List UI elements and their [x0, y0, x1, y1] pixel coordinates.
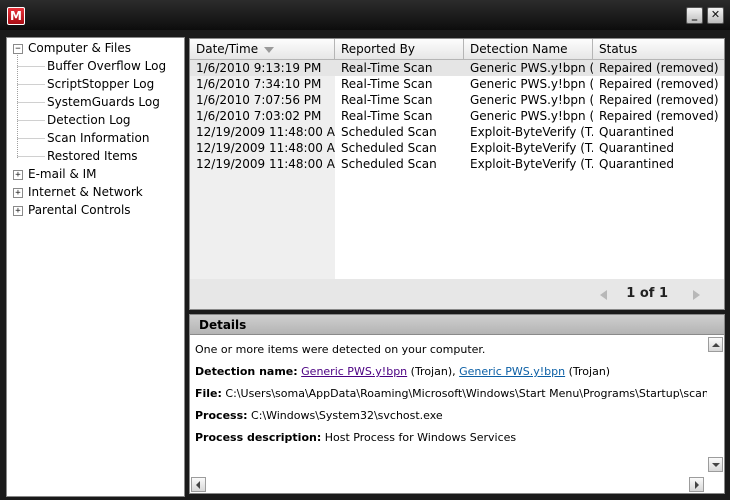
detection-log-table: Date/Time Reported By Detection Name Sta… [189, 38, 725, 310]
navigation-tree: − Computer & Files Buffer Overflow Log S… [6, 37, 185, 497]
cell-reported-by: Real-Time Scan [341, 93, 433, 107]
tree-item-restored-items[interactable]: Restored Items [47, 149, 138, 163]
table-row[interactable]: 1/6/2010 7:34:10 PM Real-Time Scan Gener… [190, 76, 724, 92]
cell-date-time: 1/6/2010 7:03:02 PM [196, 109, 322, 123]
cell-detection-name: Exploit-ByteVerify (T... [470, 125, 593, 139]
table-row[interactable]: 12/19/2009 11:48:00 AM Scheduled Scan Ex… [190, 140, 724, 156]
details-horizontal-scrollbar[interactable] [190, 476, 724, 493]
column-header-reported-by[interactable]: Reported By [335, 39, 464, 59]
tree-item-systemguards-log[interactable]: SystemGuards Log [47, 95, 160, 109]
cell-reported-by: Scheduled Scan [341, 141, 437, 155]
pagination-bar: 1 of 1 [190, 279, 724, 309]
tree-item-detection-log[interactable]: Detection Log [47, 113, 131, 127]
cell-detection-name: Generic PWS.y!bpn (... [470, 93, 593, 107]
details-detection-name: Detection name: Generic PWS.y!bpn (Troja… [195, 365, 610, 378]
column-header-detection-name[interactable]: Detection Name [464, 39, 593, 59]
process-description-value: Host Process for Windows Services [321, 431, 517, 444]
tree-item-parental-controls[interactable]: Parental Controls [28, 203, 131, 217]
table-row[interactable]: 12/19/2009 11:48:00 AM Scheduled Scan Ex… [190, 124, 724, 140]
details-title: Details [190, 315, 724, 335]
cell-date-time: 1/6/2010 9:13:19 PM [196, 61, 322, 75]
table-row[interactable]: 1/6/2010 9:13:19 PM Real-Time Scan Gener… [190, 60, 724, 76]
scroll-up-button[interactable] [708, 337, 723, 352]
cell-reported-by: Real-Time Scan [341, 61, 433, 75]
detection-name-label: Detection name: [195, 365, 298, 378]
previous-page-icon[interactable] [600, 290, 607, 300]
cell-date-time: 1/6/2010 7:07:56 PM [196, 93, 322, 107]
cell-status: Quarantined [599, 125, 674, 139]
collapse-computer-files-icon[interactable]: − [13, 44, 23, 54]
arrow-down-icon [712, 463, 720, 467]
process-value: C:\Windows\System32\svchost.exe [247, 409, 443, 422]
cell-detection-name: Exploit-ByteVerify (T... [470, 141, 593, 155]
arrow-up-icon [712, 343, 720, 347]
title-bar: M _ ✕ [0, 0, 730, 30]
table-header: Date/Time Reported By Detection Name Sta… [190, 39, 724, 60]
cell-status: Repaired (removed) [599, 77, 719, 91]
cell-date-time: 1/6/2010 7:34:10 PM [196, 77, 322, 91]
table-row[interactable]: 1/6/2010 7:07:56 PM Real-Time Scan Gener… [190, 92, 724, 108]
detection-type-2: (Trojan) [565, 365, 611, 378]
details-file: File: C:\Users\soma\AppData\Roaming\Micr… [195, 387, 725, 400]
details-process: Process: C:\Windows\System32\svchost.exe [195, 409, 443, 422]
cell-date-time: 12/19/2009 11:48:00 AM [196, 157, 335, 171]
details-vertical-scrollbar[interactable] [707, 336, 724, 473]
detection-link-1[interactable]: Generic PWS.y!bpn [301, 365, 407, 378]
details-panel: Details One or more items were detected … [189, 314, 725, 494]
cell-status: Quarantined [599, 157, 674, 171]
cell-status: Quarantined [599, 141, 674, 155]
details-summary: One or more items were detected on your … [195, 343, 486, 356]
cell-detection-name: Generic PWS.y!bpn (... [470, 109, 593, 123]
table-row[interactable]: 12/19/2009 11:48:00 AM Scheduled Scan Ex… [190, 156, 724, 172]
page-indicator: 1 of 1 [626, 286, 668, 301]
sort-descending-icon [264, 46, 275, 53]
cell-detection-name: Generic PWS.y!bpn (... [470, 61, 593, 75]
tree-item-scriptstopper-log[interactable]: ScriptStopper Log [47, 77, 154, 91]
cell-reported-by: Scheduled Scan [341, 157, 437, 171]
tree-item-internet-network[interactable]: Internet & Network [28, 185, 143, 199]
column-header-date-time[interactable]: Date/Time [190, 39, 335, 59]
detection-link-2[interactable]: Generic PWS.y!bpn [459, 365, 565, 378]
arrow-left-icon [196, 481, 200, 489]
process-description-label: Process description: [195, 431, 322, 444]
file-label: File: [195, 387, 222, 400]
cell-reported-by: Real-Time Scan [341, 109, 433, 123]
tree-item-email-im[interactable]: E-mail & IM [28, 167, 97, 181]
cell-date-time: 12/19/2009 11:48:00 AM [196, 141, 335, 155]
cell-detection-name: Exploit-ByteVerify (T... [470, 157, 593, 171]
mcafee-logo-icon: M [7, 7, 25, 25]
arrow-right-icon [695, 481, 699, 489]
tree-item-computer-files[interactable]: Computer & Files [28, 41, 131, 55]
expand-parental-controls-icon[interactable]: + [13, 206, 23, 216]
table-row[interactable]: 1/6/2010 7:03:02 PM Real-Time Scan Gener… [190, 108, 724, 124]
cell-status: Repaired (removed) [599, 61, 719, 75]
process-label: Process: [195, 409, 248, 422]
file-value: C:\Users\soma\AppData\Roaming\Microsoft\… [221, 387, 725, 400]
scroll-down-button[interactable] [708, 457, 723, 472]
cell-detection-name: Generic PWS.y!bpn (... [470, 77, 593, 91]
cell-reported-by: Real-Time Scan [341, 77, 433, 91]
minimize-button[interactable]: _ [686, 7, 703, 24]
detection-type-1: (Trojan), [407, 365, 460, 378]
expand-internet-network-icon[interactable]: + [13, 188, 23, 198]
cell-date-time: 12/19/2009 11:48:00 AM [196, 125, 335, 139]
close-button[interactable]: ✕ [707, 7, 724, 24]
tree-item-scan-information[interactable]: Scan Information [47, 131, 149, 145]
scroll-left-button[interactable] [191, 477, 206, 492]
next-page-icon[interactable] [693, 290, 700, 300]
cell-status: Repaired (removed) [599, 93, 719, 107]
tree-item-buffer-overflow-log[interactable]: Buffer Overflow Log [47, 59, 166, 73]
scroll-right-button[interactable] [689, 477, 704, 492]
column-header-status[interactable]: Status [593, 39, 724, 59]
expand-email-im-icon[interactable]: + [13, 170, 23, 180]
details-process-description: Process description: Host Process for Wi… [195, 431, 516, 444]
cell-status: Repaired (removed) [599, 109, 719, 123]
column-header-date-time-label: Date/Time [196, 42, 259, 56]
cell-reported-by: Scheduled Scan [341, 125, 437, 139]
